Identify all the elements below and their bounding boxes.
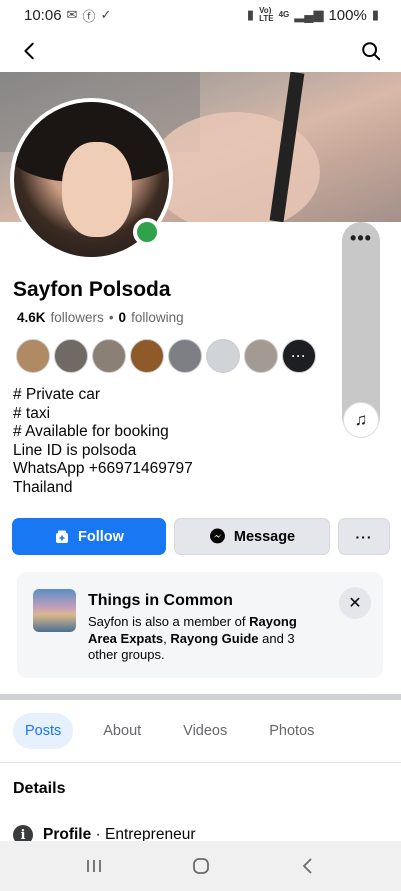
signal-icon: ▂▄▆ bbox=[294, 7, 324, 22]
close-icon: ✕ bbox=[348, 595, 362, 612]
music-button[interactable]: ♫ bbox=[343, 402, 379, 438]
desc-prefix: Sayfon is also a member of bbox=[88, 614, 250, 629]
follow-label: Follow bbox=[78, 528, 124, 545]
follow-icon bbox=[56, 530, 69, 543]
group-thumbnail bbox=[33, 589, 76, 632]
follow-button[interactable]: Follow bbox=[12, 518, 166, 555]
status-right: ▮ Vo) LTE 4G ▂▄▆ 100% ▮ bbox=[247, 7, 379, 24]
check-icon: ✓ bbox=[100, 7, 112, 22]
back-button[interactable] bbox=[16, 37, 44, 65]
tab-posts[interactable]: Posts bbox=[13, 713, 74, 749]
search-icon bbox=[362, 42, 381, 61]
facebook-icon: ⓕ bbox=[82, 8, 96, 24]
recent-apps-icon bbox=[86, 860, 101, 872]
profile-tabs: Posts About Videos Photos bbox=[13, 712, 338, 750]
network-type: 4G bbox=[278, 10, 290, 19]
friend-avatar[interactable] bbox=[92, 339, 126, 373]
search-button[interactable] bbox=[357, 37, 385, 65]
bio-line: Thailand bbox=[13, 478, 73, 496]
friend-avatar[interactable] bbox=[54, 339, 88, 373]
friend-avatar[interactable] bbox=[206, 339, 240, 373]
section-divider bbox=[0, 694, 401, 700]
home-icon bbox=[192, 858, 209, 874]
avatar-face bbox=[62, 142, 132, 237]
status-bar: 10:06 ✉ ⓕ ✓ ▮ Vo) LTE 4G ▂▄▆ 100% ▮ bbox=[0, 0, 401, 30]
following-label[interactable]: following bbox=[131, 310, 184, 325]
online-status-dot bbox=[133, 218, 161, 246]
friend-avatar[interactable] bbox=[16, 339, 50, 373]
battery-icon: ▮ bbox=[371, 7, 379, 22]
battery-percent: 100% bbox=[328, 6, 367, 24]
profile-actions: Follow Message ··· bbox=[12, 518, 390, 555]
bio-line: # taxi bbox=[13, 404, 51, 422]
tab-photos[interactable]: Photos bbox=[257, 713, 326, 749]
more-friends-button[interactable]: ··· bbox=[282, 339, 316, 373]
system-back-button[interactable] bbox=[288, 846, 328, 886]
messenger-icon bbox=[209, 528, 225, 544]
recent-apps-button[interactable] bbox=[74, 846, 114, 886]
bio-line: Line ID is polsoda bbox=[13, 441, 137, 459]
things-in-common-card[interactable]: Things in Common Sayfon is also a member… bbox=[17, 572, 383, 678]
music-note-icon: ♫ bbox=[354, 410, 368, 429]
details-heading: Details bbox=[13, 780, 66, 797]
close-button[interactable]: ✕ bbox=[339, 587, 371, 619]
home-button[interactable] bbox=[181, 846, 221, 886]
things-in-common-title: Things in Common bbox=[88, 592, 233, 609]
tab-videos[interactable]: Videos bbox=[171, 713, 239, 749]
friend-avatar[interactable] bbox=[130, 339, 164, 373]
followers-label[interactable]: followers bbox=[51, 310, 104, 325]
system-back-icon bbox=[302, 858, 312, 874]
volte-label: Vo) LTE bbox=[259, 6, 274, 23]
tab-about[interactable]: About bbox=[91, 713, 153, 749]
message-button[interactable]: Message bbox=[174, 518, 330, 555]
message-label: Message bbox=[233, 528, 296, 545]
bio-line: # Private car bbox=[13, 386, 101, 403]
profile-name: Sayfon Polsoda bbox=[13, 278, 171, 301]
stats-separator: • bbox=[108, 310, 114, 325]
clock: 10:06 bbox=[24, 6, 62, 24]
bio-line: # Available for booking bbox=[13, 423, 169, 441]
group-link[interactable]: Rayong Guide bbox=[170, 631, 258, 646]
status-left: 10:06 ✉ ⓕ ✓ bbox=[24, 6, 111, 25]
friend-avatar[interactable] bbox=[168, 339, 202, 373]
top-nav bbox=[0, 30, 401, 72]
tabs-separator bbox=[0, 762, 401, 763]
follow-stats: 4.6K followers • 0 following bbox=[17, 310, 184, 325]
followers-count[interactable]: 4.6K bbox=[17, 310, 46, 325]
bio-line: WhatsApp +66971469797 bbox=[13, 460, 193, 478]
sim-icon: ▮ bbox=[246, 7, 255, 22]
friend-avatar[interactable] bbox=[244, 339, 278, 373]
more-options-icon[interactable]: ••• bbox=[342, 228, 380, 249]
more-actions-button[interactable]: ··· bbox=[338, 518, 390, 555]
following-count[interactable]: 0 bbox=[119, 310, 127, 325]
things-in-common-description: Sayfon is also a member of Rayong Area E… bbox=[88, 614, 324, 664]
gmail-icon: ✉ bbox=[66, 7, 78, 22]
system-navigation-bar bbox=[0, 841, 401, 891]
friends-preview: ··· bbox=[16, 339, 316, 373]
profile-bio: # Private car # taxi # Available for boo… bbox=[13, 386, 193, 498]
back-arrow-icon bbox=[24, 42, 34, 60]
